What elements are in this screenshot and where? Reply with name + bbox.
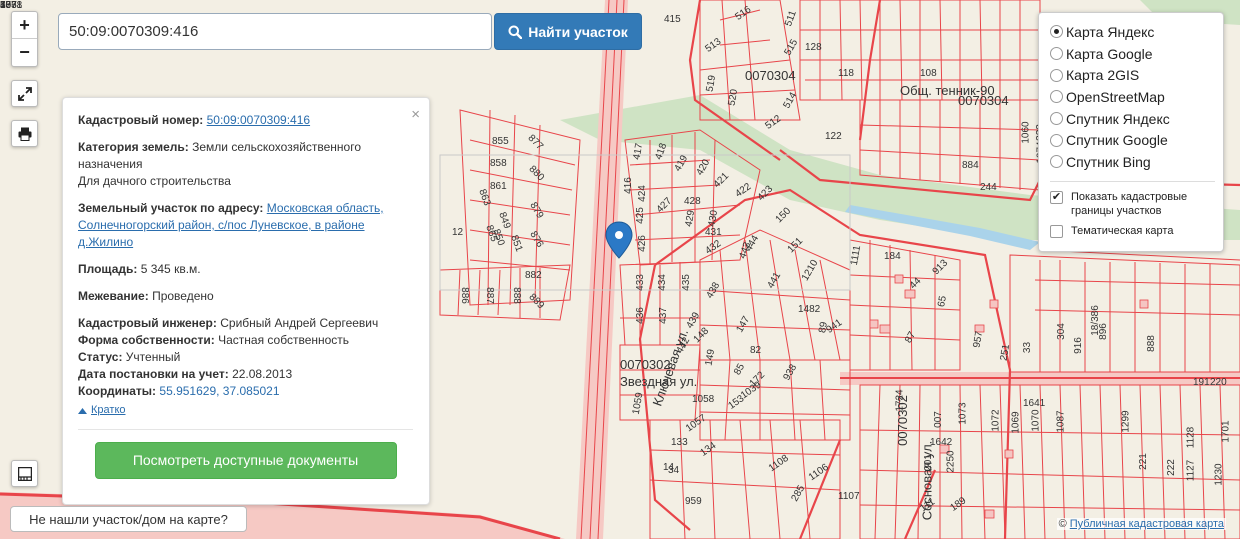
layer-switcher: Карта Яндекс Карта Google Карта 2GIS OpenSt… bbox=[1038, 12, 1224, 252]
cadastral-number-link[interactable]: 50:09:0070309:416 bbox=[207, 113, 310, 127]
survey-row: Межевание: Проведено bbox=[78, 288, 413, 305]
status-value: Учтенный bbox=[125, 350, 181, 364]
radio-button[interactable] bbox=[1050, 90, 1063, 104]
cadastral-search-input[interactable] bbox=[58, 13, 492, 50]
attribution: © Публичная кадастровая карта bbox=[1056, 518, 1226, 530]
registration-date-label: Дата постановки на учет: bbox=[78, 367, 229, 381]
thematic-map-checkbox[interactable] bbox=[1050, 224, 1063, 238]
layer-option[interactable]: Карта 2GIS bbox=[1050, 64, 1215, 86]
layer-option[interactable]: Спутник Bing bbox=[1050, 151, 1215, 173]
expand-icon bbox=[17, 86, 32, 101]
layer-option-label: Спутник Google bbox=[1066, 132, 1168, 149]
parcel-info-panel: × Кадастровый номер: 50:09:0070309:416 К… bbox=[62, 97, 430, 505]
address-label: Земельный участок по адресу: bbox=[78, 201, 264, 215]
ruler-button[interactable] bbox=[11, 460, 38, 487]
find-parcel-label: Найти участок bbox=[528, 23, 628, 40]
layer-option-label: Карта Яндекс bbox=[1066, 23, 1155, 40]
status-row: Статус: Учтенный bbox=[78, 349, 413, 366]
thematic-map-checkbox-row[interactable]: Тематическая карта bbox=[1050, 224, 1215, 238]
layer-option-label: Карта 2GIS bbox=[1066, 67, 1140, 84]
layer-option[interactable]: OpenStreetMap bbox=[1050, 86, 1215, 108]
zoom-control: + − bbox=[11, 11, 38, 67]
show-borders-label: Показать кадастровые границы участков bbox=[1071, 190, 1188, 217]
layer-option[interactable]: Карта Яндекс bbox=[1050, 21, 1215, 43]
print-icon bbox=[18, 127, 31, 141]
attribution-link[interactable]: Публичная кадастровая карта bbox=[1070, 518, 1224, 530]
area-label: Площадь: bbox=[78, 262, 138, 276]
zoom-in-button[interactable]: + bbox=[12, 12, 37, 39]
not-found-button[interactable]: Не нашли участок/дом на карте? bbox=[10, 506, 247, 532]
coordinates-label: Координаты: bbox=[78, 384, 157, 398]
layer-option-label: Карта Google bbox=[1066, 45, 1153, 62]
layer-option-label: Спутник Bing bbox=[1066, 153, 1151, 170]
ownership-label: Форма собственности: bbox=[78, 333, 215, 347]
view-documents-button[interactable]: Посмотреть доступные документы bbox=[94, 442, 397, 479]
layer-option-label: OpenStreetMap bbox=[1066, 88, 1165, 105]
ruler-icon bbox=[17, 466, 32, 481]
layer-option[interactable]: Спутник Google bbox=[1050, 129, 1215, 151]
status-label: Статус: bbox=[78, 350, 123, 364]
land-purpose-value: Для дачного строительства bbox=[78, 174, 231, 188]
divider bbox=[1050, 180, 1215, 182]
layer-options: Карта Яндекс Карта Google Карта 2GIS OpenSt… bbox=[1050, 21, 1215, 173]
address-row: Земельный участок по адресу: Московская … bbox=[78, 200, 413, 251]
layer-option[interactable]: Карта Google bbox=[1050, 43, 1215, 65]
layer-option[interactable]: Спутник Яндекс bbox=[1050, 108, 1215, 130]
survey-label: Межевание: bbox=[78, 289, 149, 303]
thematic-map-label: Тематическая карта bbox=[1071, 224, 1174, 237]
layer-option-label: Спутник Яндекс bbox=[1066, 110, 1170, 127]
area-value: 5 345 кв.м. bbox=[140, 262, 201, 276]
triangle-up-icon bbox=[78, 407, 87, 414]
collapse-toggle[interactable]: Кратко bbox=[78, 402, 413, 419]
engineer-label: Кадастровый инженер: bbox=[78, 316, 217, 330]
collapse-label: Кратко bbox=[91, 404, 126, 416]
search-icon bbox=[508, 25, 523, 39]
coordinates-row: Координаты: 55.951629, 37.085021 bbox=[78, 383, 413, 400]
registration-date-value: 22.08.2013 bbox=[232, 367, 293, 381]
checkmark-icon[interactable]: ✔ bbox=[1050, 190, 1063, 204]
radio-button[interactable] bbox=[1050, 112, 1063, 126]
close-icon[interactable]: × bbox=[411, 106, 420, 123]
find-parcel-button[interactable]: Найти участок bbox=[494, 13, 642, 50]
survey-value: Проведено bbox=[152, 289, 214, 303]
print-button[interactable] bbox=[11, 120, 38, 147]
fullscreen-button[interactable] bbox=[11, 80, 38, 107]
ownership-row: Форма собственности: Частная собственнос… bbox=[78, 332, 413, 349]
radio-button[interactable] bbox=[1050, 68, 1063, 82]
registration-date-row: Дата постановки на учет: 22.08.2013 bbox=[78, 366, 413, 383]
cadastral-number-label: Кадастровый номер: bbox=[78, 113, 204, 127]
zoom-out-button[interactable]: − bbox=[12, 39, 37, 66]
copyright-symbol: © bbox=[1058, 518, 1067, 530]
ownership-value: Частная собственность bbox=[218, 333, 350, 347]
radio-button[interactable] bbox=[1050, 133, 1063, 147]
divider bbox=[78, 429, 413, 430]
cadastral-number-row: Кадастровый номер: 50:09:0070309:416 bbox=[78, 112, 413, 129]
coordinates-value[interactable]: 55.951629, 37.085021 bbox=[159, 384, 279, 398]
engineer-row: Кадастровый инженер: Срибный Андрей Серг… bbox=[78, 315, 413, 332]
radio-button[interactable] bbox=[1050, 25, 1063, 39]
show-borders-checkbox-row[interactable]: ✔ Показать кадастровые границы участков bbox=[1050, 190, 1215, 218]
land-category-label: Категория земель: bbox=[78, 140, 189, 154]
engineer-value: Срибный Андрей Сергеевич bbox=[220, 316, 379, 330]
radio-button[interactable] bbox=[1050, 155, 1063, 169]
land-category-row: Категория земель: Земли сельскохозяйстве… bbox=[78, 139, 413, 190]
radio-button[interactable] bbox=[1050, 47, 1063, 61]
area-row: Площадь: 5 345 кв.м. bbox=[78, 261, 413, 278]
